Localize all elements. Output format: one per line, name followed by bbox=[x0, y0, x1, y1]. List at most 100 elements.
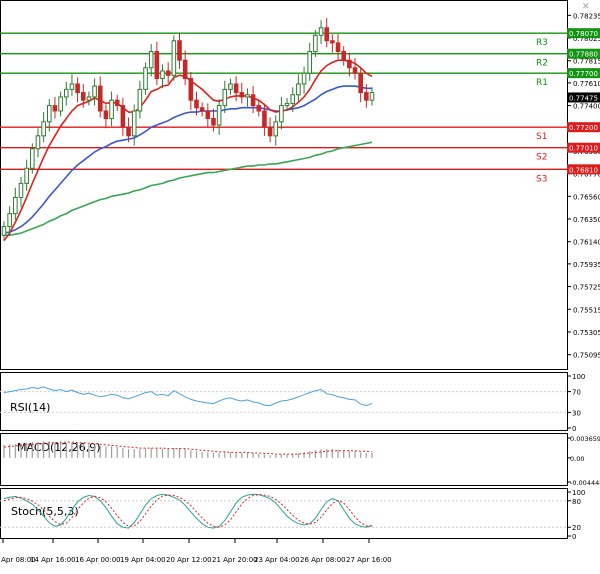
candle-body bbox=[324, 27, 330, 42]
candle-body bbox=[131, 110, 137, 137]
price-tick-label: 0.75095 bbox=[573, 352, 600, 360]
candle-body bbox=[216, 105, 222, 126]
time-tick-label: 19 Apr 04:00 bbox=[120, 556, 166, 564]
candle-body bbox=[86, 96, 92, 101]
time-axis: 13 Apr 08:0014 Apr 16:0016 Apr 00:0019 A… bbox=[0, 539, 392, 564]
candle-body bbox=[279, 105, 284, 123]
rsi-tick-label: 0 bbox=[572, 425, 576, 433]
level-name-s2: S2 bbox=[536, 153, 547, 163]
candle-body bbox=[284, 102, 290, 107]
candle-body bbox=[194, 99, 199, 109]
price-tick-label: 0.77815 bbox=[573, 58, 600, 66]
candle-body bbox=[352, 67, 358, 74]
current-price-marker: 0.77475 bbox=[567, 92, 600, 103]
candle-body bbox=[245, 94, 250, 98]
time-tick-label: 26 Apr 08:00 bbox=[300, 556, 346, 564]
candle-body bbox=[103, 110, 109, 120]
candle-body bbox=[63, 88, 69, 98]
candle-body bbox=[313, 34, 318, 53]
candle-body bbox=[335, 42, 341, 53]
candle-body bbox=[296, 83, 301, 96]
candle-body bbox=[52, 105, 58, 112]
candle-body bbox=[290, 94, 296, 104]
level-price-label-r2: 0.77880 bbox=[569, 51, 598, 59]
candle-body bbox=[165, 70, 171, 76]
price-tick-label: 0.76560 bbox=[573, 193, 600, 201]
price-tick-label: 0.75515 bbox=[573, 306, 600, 314]
level-price-label-r1: 0.77700 bbox=[569, 70, 598, 78]
candle-body bbox=[211, 118, 216, 126]
candle-body bbox=[69, 83, 75, 90]
price-axis: 0.782350.780250.778150.776100.774000.771… bbox=[567, 12, 600, 360]
macd-tick-label: 0.003659 bbox=[570, 435, 600, 443]
candle-body bbox=[143, 67, 148, 90]
candle-body bbox=[114, 99, 120, 107]
time-tick-label: 16 Apr 00:00 bbox=[75, 556, 121, 564]
candle-body bbox=[154, 51, 160, 80]
candle-body bbox=[80, 92, 86, 101]
candle-body bbox=[7, 213, 12, 228]
candle-body bbox=[233, 83, 239, 94]
macd-tick-label: 0.00 bbox=[570, 455, 584, 463]
candle-body bbox=[137, 88, 143, 112]
price-tick-label: 0.75935 bbox=[573, 261, 600, 269]
candle-body bbox=[239, 92, 245, 98]
candle-body bbox=[262, 110, 267, 128]
candle-body bbox=[369, 92, 375, 101]
candle-body bbox=[92, 85, 97, 98]
price-tick-label: 0.75305 bbox=[573, 329, 600, 337]
rsi-tick-label: 70 bbox=[572, 389, 581, 397]
level-name-r2: R2 bbox=[536, 59, 548, 69]
level-price-label-s2: 0.77010 bbox=[569, 145, 598, 153]
price-tick-label: 0.77400 bbox=[573, 103, 600, 111]
chart-svg: 0.782350.780250.778150.776100.774000.771… bbox=[0, 0, 600, 564]
candle-body bbox=[13, 196, 18, 215]
time-tick-label: 14 Apr 16:00 bbox=[30, 556, 76, 564]
level-name-s1: S1 bbox=[536, 132, 547, 142]
candle-body bbox=[177, 40, 182, 61]
candle-body bbox=[341, 51, 346, 61]
candle-body bbox=[1, 226, 7, 236]
stoch-tick-label: 100 bbox=[572, 489, 585, 497]
candle-body bbox=[35, 135, 41, 150]
price-tick-label: 0.76350 bbox=[573, 216, 600, 224]
level-name-s3: S3 bbox=[536, 174, 547, 184]
rsi-panel-frame bbox=[0, 372, 568, 431]
price-tick-label: 0.75725 bbox=[573, 284, 600, 292]
time-tick-label: 27 Apr 16:00 bbox=[346, 556, 392, 564]
candle-body bbox=[182, 59, 188, 80]
level-price-label-r3: 0.78070 bbox=[569, 30, 598, 38]
time-tick-label: 23 Apr 04:00 bbox=[254, 556, 300, 564]
candle-body bbox=[364, 92, 369, 101]
candle-body bbox=[109, 99, 114, 120]
candle-body bbox=[330, 40, 335, 44]
candle-body bbox=[148, 51, 154, 69]
trading-chart: 0.782350.780250.778150.776100.774000.771… bbox=[0, 0, 600, 570]
level-name-r3: R3 bbox=[536, 38, 548, 48]
close-icon[interactable]: ✕ bbox=[582, 2, 590, 12]
stoch-tick-label: 0 bbox=[572, 533, 576, 541]
candle-body bbox=[171, 40, 177, 76]
candle-body bbox=[58, 96, 63, 112]
current-price-label: 0.77475 bbox=[569, 94, 598, 102]
candle-body bbox=[126, 126, 131, 137]
candle-body bbox=[75, 83, 80, 94]
candle-body bbox=[41, 121, 46, 137]
candle-body bbox=[358, 72, 363, 94]
level-price-label-s3: 0.76810 bbox=[569, 166, 598, 174]
candle-body bbox=[160, 70, 165, 80]
level-price-label-s1: 0.77200 bbox=[569, 124, 598, 132]
stoch-tick-label: 80 bbox=[572, 498, 581, 506]
candle-body bbox=[199, 107, 205, 112]
rsi-tick-label: 100 bbox=[572, 373, 585, 381]
candle-body bbox=[24, 167, 29, 184]
candle-body bbox=[30, 148, 35, 169]
candle-body bbox=[97, 85, 103, 112]
candle-body bbox=[188, 78, 194, 101]
candle-body bbox=[222, 88, 228, 107]
candle-body bbox=[228, 83, 233, 90]
price-tick-label: 0.76140 bbox=[573, 239, 600, 247]
macd-tick-label: -0.004448 bbox=[570, 479, 600, 487]
window-corner: ✕ bbox=[582, 2, 590, 12]
time-tick-label: 21 Apr 20:00 bbox=[212, 556, 258, 564]
